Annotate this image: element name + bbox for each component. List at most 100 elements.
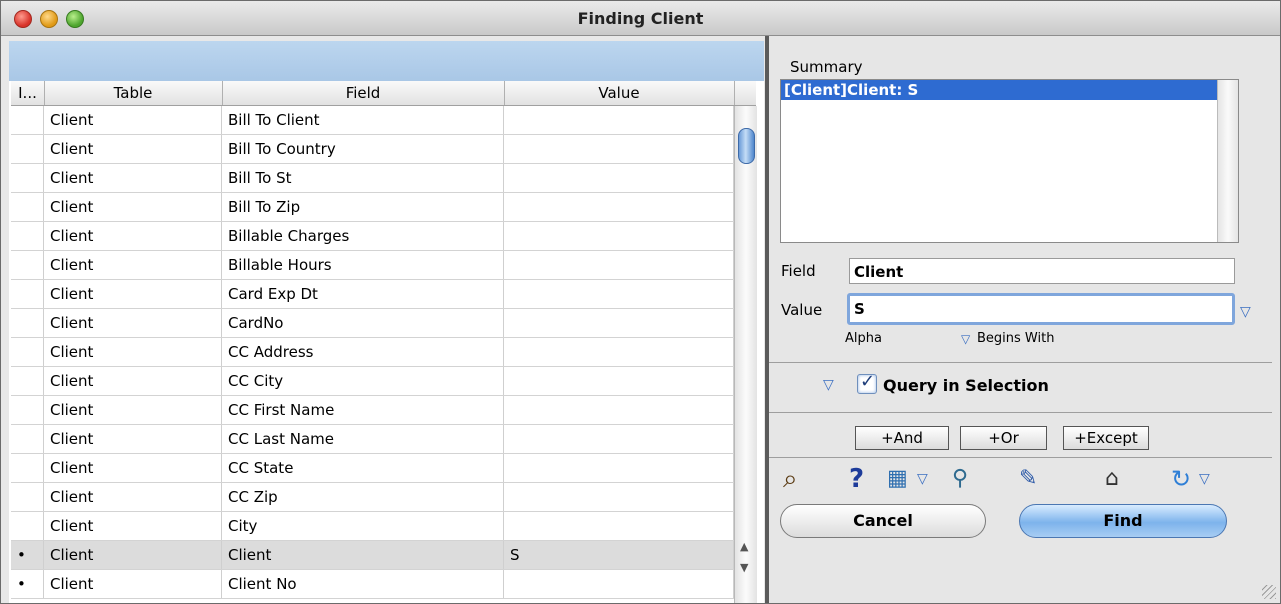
row-marker — [11, 222, 44, 250]
field-name-box[interactable]: Client — [849, 258, 1235, 284]
summary-list[interactable]: [Client]Client: S — [780, 79, 1239, 243]
row-field-cell: Client — [222, 541, 504, 569]
table-row[interactable]: • Client Client S — [11, 541, 734, 570]
row-field-cell: Billable Hours — [222, 251, 504, 279]
save-edit-icon[interactable]: ✎ — [1019, 464, 1037, 494]
formula-document-icon[interactable]: ▦ — [887, 464, 908, 494]
separator-3 — [769, 457, 1272, 458]
row-value-cell — [504, 222, 734, 250]
find-button[interactable]: Find — [1019, 504, 1227, 538]
row-marker — [11, 280, 44, 308]
row-table-cell: Client — [44, 280, 222, 308]
row-field-cell: Billable Charges — [222, 222, 504, 250]
binoculars-icon[interactable]: ⌕ — [783, 464, 798, 494]
table-row[interactable]: Client Bill To Zip — [11, 193, 734, 222]
row-table-cell: Client — [44, 425, 222, 453]
open-folder-icon[interactable]: ⌂ — [1105, 464, 1119, 494]
table-row[interactable]: Client City — [11, 512, 734, 541]
add-or-button[interactable]: +Or — [960, 426, 1047, 450]
summary-scrollbar[interactable] — [1217, 80, 1238, 242]
operator-menu[interactable]: Begins With — [977, 331, 1054, 346]
row-value-cell — [504, 338, 734, 366]
row-table-cell: Client — [44, 338, 222, 366]
row-marker: • — [11, 570, 44, 598]
value-input[interactable]: S — [847, 293, 1235, 325]
row-marker — [11, 512, 44, 540]
row-value-cell — [504, 309, 734, 337]
row-value-cell — [504, 512, 734, 540]
row-field-cell: Bill To Zip — [222, 193, 504, 221]
row-table-cell: Client — [44, 309, 222, 337]
value-type-label: Alpha — [845, 331, 882, 346]
disclosure-triangle-icon[interactable]: ▽ — [823, 377, 834, 393]
add-except-button[interactable]: +Except — [1063, 426, 1149, 450]
field-rows: Client Bill To Client Client Bill To Countr… — [11, 106, 734, 603]
summary-label: Summary — [790, 58, 863, 76]
grid-scroll-thumb[interactable] — [738, 128, 755, 164]
refresh-icon[interactable]: ↻ — [1171, 464, 1191, 494]
separator-1 — [769, 362, 1272, 363]
row-value-cell — [504, 193, 734, 221]
row-field-cell: City — [222, 512, 504, 540]
row-marker — [11, 454, 44, 482]
operator-chevron-icon[interactable]: ▽ — [961, 332, 970, 346]
row-value-cell: S — [504, 541, 734, 569]
row-marker — [11, 251, 44, 279]
table-row[interactable]: Client CC Zip — [11, 483, 734, 512]
row-table-cell: Client — [44, 541, 222, 569]
table-row[interactable]: Client Bill To Country — [11, 135, 734, 164]
resize-grip-icon[interactable] — [1262, 585, 1276, 599]
row-table-cell: Client — [44, 193, 222, 221]
value-menu-chevron-icon[interactable]: ▽ — [1240, 304, 1251, 320]
row-marker — [11, 396, 44, 424]
help-icon[interactable]: ? — [849, 464, 864, 494]
query-in-selection-label: Query in Selection — [883, 376, 1049, 395]
column-header-field[interactable]: Field — [222, 81, 505, 105]
table-row[interactable]: Client CC First Name — [11, 396, 734, 425]
column-header-indicator[interactable]: I... — [11, 81, 45, 105]
refresh-menu-chevron-icon[interactable]: ▽ — [1199, 471, 1210, 487]
table-row[interactable]: Client Billable Hours — [11, 251, 734, 280]
query-editor-panel: Summary [Client]Client: S Field Client V… — [769, 36, 1280, 603]
row-table-cell: Client — [44, 454, 222, 482]
title-bar: Finding Client — [1, 1, 1280, 36]
row-field-cell: CardNo — [222, 309, 504, 337]
row-value-cell — [504, 135, 734, 163]
row-value-cell — [504, 425, 734, 453]
table-row[interactable]: Client Bill To St — [11, 164, 734, 193]
zoom-search-icon[interactable]: ⚲ — [952, 464, 968, 494]
row-marker — [11, 135, 44, 163]
table-row[interactable]: Client CC City — [11, 367, 734, 396]
add-and-button[interactable]: +And — [855, 426, 949, 450]
row-field-cell: CC Zip — [222, 483, 504, 511]
row-value-cell — [504, 483, 734, 511]
table-row[interactable]: • Client Client No — [11, 570, 734, 599]
scroll-up-arrow-icon[interactable]: ▲ — [740, 540, 748, 553]
query-in-selection-checkbox[interactable]: ✓ — [857, 371, 877, 394]
column-header-table[interactable]: Table — [44, 81, 223, 105]
checkmark-icon: ✓ — [860, 371, 876, 392]
row-value-cell — [504, 396, 734, 424]
formula-menu-chevron-icon[interactable]: ▽ — [917, 471, 928, 487]
row-value-cell — [504, 106, 734, 134]
row-table-cell: Client — [44, 512, 222, 540]
row-field-cell: Bill To Client — [222, 106, 504, 134]
row-table-cell: Client — [44, 367, 222, 395]
scroll-down-arrow-icon[interactable]: ▼ — [740, 561, 748, 574]
row-marker — [11, 106, 44, 134]
table-row[interactable]: Client CC Last Name — [11, 425, 734, 454]
table-row[interactable]: Client Card Exp Dt — [11, 280, 734, 309]
row-marker — [11, 338, 44, 366]
cancel-button[interactable]: Cancel — [780, 504, 986, 538]
summary-line[interactable]: [Client]Client: S — [781, 80, 1236, 100]
row-table-cell: Client — [44, 251, 222, 279]
row-field-cell: Client No — [222, 570, 504, 598]
table-row[interactable]: Client Billable Charges — [11, 222, 734, 251]
grid-scrollbar[interactable]: ▲ ▼ — [734, 106, 757, 603]
table-row[interactable]: Client CC Address — [11, 338, 734, 367]
table-row[interactable]: Client CC State — [11, 454, 734, 483]
table-row[interactable]: Client Bill To Client — [11, 106, 734, 135]
column-header-value[interactable]: Value — [504, 81, 735, 105]
table-row[interactable]: Client CardNo — [11, 309, 734, 338]
row-field-cell: CC Last Name — [222, 425, 504, 453]
